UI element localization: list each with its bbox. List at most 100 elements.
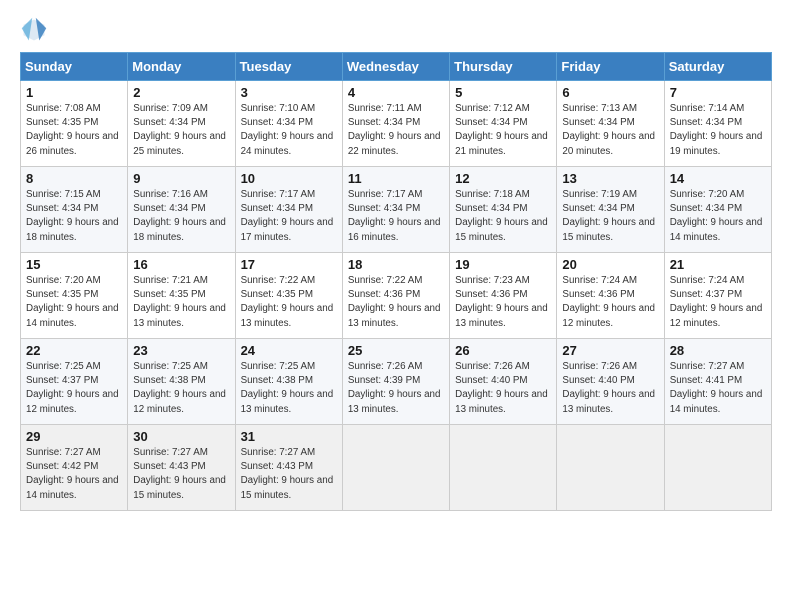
header-thursday: Thursday [450,53,557,81]
day-number: 5 [455,85,551,100]
day-number: 20 [562,257,658,272]
day-number: 16 [133,257,229,272]
day-number: 22 [26,343,122,358]
day-number: 14 [670,171,766,186]
day-number: 9 [133,171,229,186]
day-cell: 8 Sunrise: 7:15 AM Sunset: 4:34 PM Dayli… [21,167,128,253]
day-cell: 25 Sunrise: 7:26 AM Sunset: 4:39 PM Dayl… [342,339,449,425]
day-number: 29 [26,429,122,444]
day-info: Sunrise: 7:16 AM Sunset: 4:34 PM Dayligh… [133,188,229,245]
day-number: 3 [241,85,337,100]
day-cell: 22 Sunrise: 7:25 AM Sunset: 4:37 PM Dayl… [21,339,128,425]
day-info: Sunrise: 7:27 AM Sunset: 4:41 PM Dayligh… [670,360,766,417]
day-info: Sunrise: 7:27 AM Sunset: 4:43 PM Dayligh… [241,446,337,503]
day-cell: 1 Sunrise: 7:08 AM Sunset: 4:35 PM Dayli… [21,81,128,167]
day-cell: 16 Sunrise: 7:21 AM Sunset: 4:35 PM Dayl… [128,253,235,339]
logo [20,16,50,44]
day-info: Sunrise: 7:26 AM Sunset: 4:40 PM Dayligh… [455,360,551,417]
week-row-5: 29 Sunrise: 7:27 AM Sunset: 4:42 PM Dayl… [21,425,772,511]
header-saturday: Saturday [664,53,771,81]
day-info: Sunrise: 7:08 AM Sunset: 4:35 PM Dayligh… [26,102,122,159]
day-number: 13 [562,171,658,186]
day-number: 4 [348,85,444,100]
day-info: Sunrise: 7:22 AM Sunset: 4:36 PM Dayligh… [348,274,444,331]
day-info: Sunrise: 7:09 AM Sunset: 4:34 PM Dayligh… [133,102,229,159]
day-number: 23 [133,343,229,358]
day-info: Sunrise: 7:20 AM Sunset: 4:34 PM Dayligh… [670,188,766,245]
day-info: Sunrise: 7:20 AM Sunset: 4:35 PM Dayligh… [26,274,122,331]
day-info: Sunrise: 7:12 AM Sunset: 4:34 PM Dayligh… [455,102,551,159]
day-info: Sunrise: 7:17 AM Sunset: 4:34 PM Dayligh… [241,188,337,245]
day-number: 19 [455,257,551,272]
day-cell [450,425,557,511]
week-row-1: 1 Sunrise: 7:08 AM Sunset: 4:35 PM Dayli… [21,81,772,167]
day-info: Sunrise: 7:25 AM Sunset: 4:38 PM Dayligh… [133,360,229,417]
day-cell: 20 Sunrise: 7:24 AM Sunset: 4:36 PM Dayl… [557,253,664,339]
header-friday: Friday [557,53,664,81]
day-number: 18 [348,257,444,272]
day-cell: 5 Sunrise: 7:12 AM Sunset: 4:34 PM Dayli… [450,81,557,167]
day-cell: 2 Sunrise: 7:09 AM Sunset: 4:34 PM Dayli… [128,81,235,167]
day-number: 25 [348,343,444,358]
header-sunday: Sunday [21,53,128,81]
day-cell: 28 Sunrise: 7:27 AM Sunset: 4:41 PM Dayl… [664,339,771,425]
day-cell: 11 Sunrise: 7:17 AM Sunset: 4:34 PM Dayl… [342,167,449,253]
day-number: 26 [455,343,551,358]
day-info: Sunrise: 7:26 AM Sunset: 4:39 PM Dayligh… [348,360,444,417]
day-cell: 9 Sunrise: 7:16 AM Sunset: 4:34 PM Dayli… [128,167,235,253]
day-info: Sunrise: 7:17 AM Sunset: 4:34 PM Dayligh… [348,188,444,245]
day-cell: 15 Sunrise: 7:20 AM Sunset: 4:35 PM Dayl… [21,253,128,339]
page-header [20,16,772,44]
day-info: Sunrise: 7:24 AM Sunset: 4:36 PM Dayligh… [562,274,658,331]
day-number: 11 [348,171,444,186]
day-number: 12 [455,171,551,186]
day-info: Sunrise: 7:26 AM Sunset: 4:40 PM Dayligh… [562,360,658,417]
header-wednesday: Wednesday [342,53,449,81]
day-number: 28 [670,343,766,358]
day-number: 31 [241,429,337,444]
day-info: Sunrise: 7:25 AM Sunset: 4:38 PM Dayligh… [241,360,337,417]
day-info: Sunrise: 7:27 AM Sunset: 4:43 PM Dayligh… [133,446,229,503]
day-cell: 14 Sunrise: 7:20 AM Sunset: 4:34 PM Dayl… [664,167,771,253]
day-number: 24 [241,343,337,358]
day-number: 17 [241,257,337,272]
day-cell: 6 Sunrise: 7:13 AM Sunset: 4:34 PM Dayli… [557,81,664,167]
header-tuesday: Tuesday [235,53,342,81]
day-cell: 21 Sunrise: 7:24 AM Sunset: 4:37 PM Dayl… [664,253,771,339]
day-cell: 29 Sunrise: 7:27 AM Sunset: 4:42 PM Dayl… [21,425,128,511]
calendar-table: SundayMondayTuesdayWednesdayThursdayFrid… [20,52,772,511]
day-number: 7 [670,85,766,100]
day-info: Sunrise: 7:23 AM Sunset: 4:36 PM Dayligh… [455,274,551,331]
week-row-3: 15 Sunrise: 7:20 AM Sunset: 4:35 PM Dayl… [21,253,772,339]
day-info: Sunrise: 7:19 AM Sunset: 4:34 PM Dayligh… [562,188,658,245]
day-info: Sunrise: 7:25 AM Sunset: 4:37 PM Dayligh… [26,360,122,417]
day-number: 1 [26,85,122,100]
day-number: 15 [26,257,122,272]
day-number: 8 [26,171,122,186]
day-cell [664,425,771,511]
day-cell [557,425,664,511]
day-info: Sunrise: 7:18 AM Sunset: 4:34 PM Dayligh… [455,188,551,245]
day-number: 6 [562,85,658,100]
day-cell: 18 Sunrise: 7:22 AM Sunset: 4:36 PM Dayl… [342,253,449,339]
day-cell: 23 Sunrise: 7:25 AM Sunset: 4:38 PM Dayl… [128,339,235,425]
day-cell: 30 Sunrise: 7:27 AM Sunset: 4:43 PM Dayl… [128,425,235,511]
day-number: 10 [241,171,337,186]
day-cell: 26 Sunrise: 7:26 AM Sunset: 4:40 PM Dayl… [450,339,557,425]
day-cell: 4 Sunrise: 7:11 AM Sunset: 4:34 PM Dayli… [342,81,449,167]
day-cell [342,425,449,511]
week-row-4: 22 Sunrise: 7:25 AM Sunset: 4:37 PM Dayl… [21,339,772,425]
day-number: 27 [562,343,658,358]
day-cell: 24 Sunrise: 7:25 AM Sunset: 4:38 PM Dayl… [235,339,342,425]
day-info: Sunrise: 7:11 AM Sunset: 4:34 PM Dayligh… [348,102,444,159]
day-cell: 10 Sunrise: 7:17 AM Sunset: 4:34 PM Dayl… [235,167,342,253]
day-cell: 7 Sunrise: 7:14 AM Sunset: 4:34 PM Dayli… [664,81,771,167]
day-cell: 13 Sunrise: 7:19 AM Sunset: 4:34 PM Dayl… [557,167,664,253]
day-info: Sunrise: 7:10 AM Sunset: 4:34 PM Dayligh… [241,102,337,159]
week-row-2: 8 Sunrise: 7:15 AM Sunset: 4:34 PM Dayli… [21,167,772,253]
header-monday: Monday [128,53,235,81]
logo-icon [20,16,48,44]
day-number: 30 [133,429,229,444]
day-info: Sunrise: 7:13 AM Sunset: 4:34 PM Dayligh… [562,102,658,159]
calendar-header-row: SundayMondayTuesdayWednesdayThursdayFrid… [21,53,772,81]
